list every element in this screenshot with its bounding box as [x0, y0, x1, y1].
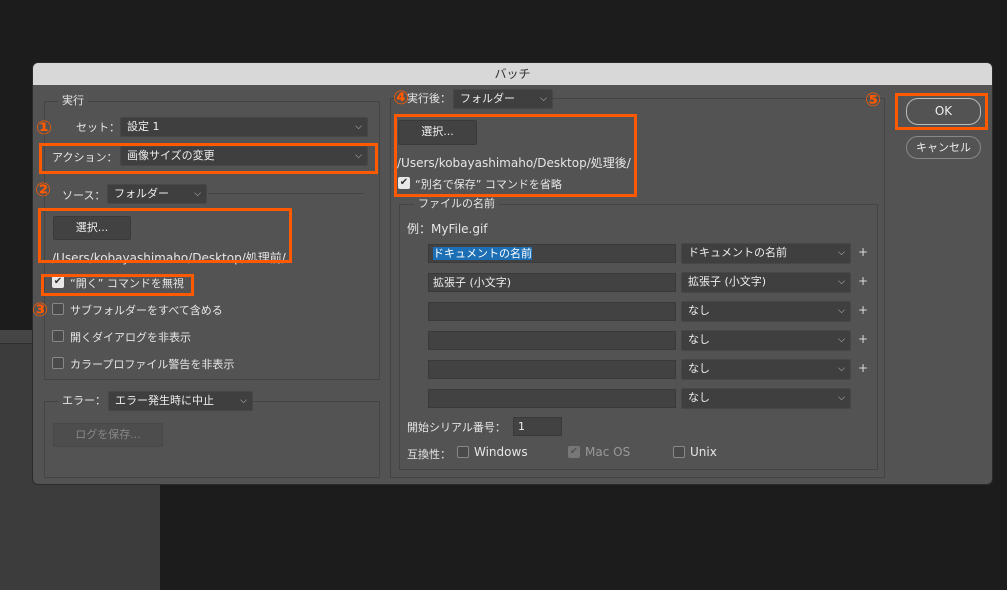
chevron-down-icon: ⌵ [194, 189, 201, 199]
cancel-button[interactable]: キャンセル [906, 136, 981, 159]
errors-value: エラー発生時に中止 [115, 394, 214, 407]
source-select[interactable]: フォルダー ⌵ [107, 184, 207, 204]
compat-label: 互換性： [407, 448, 451, 461]
file-naming-label: ファイルの名前 [414, 197, 499, 211]
name-part-select[interactable]: なし ⌵ [681, 388, 851, 409]
name-part-text: 拡張子 (小文字) [433, 276, 512, 289]
file-naming-example: 例：MyFile.gif [407, 222, 488, 236]
set-value: 設定 1 [127, 120, 160, 133]
name-part-select-value: ドキュメントの名前 [688, 246, 787, 259]
name-part-input[interactable] [428, 331, 676, 350]
name-part-text: ドキュメントの名前 [433, 247, 532, 260]
chevron-down-icon: ⌵ [838, 335, 845, 345]
annotation-5: ⑤ [865, 89, 882, 111]
name-part-select[interactable]: なし ⌵ [681, 359, 851, 380]
chevron-down-icon: ⌵ [838, 248, 845, 258]
chevron-down-icon: ⌵ [838, 393, 845, 403]
name-part-select-value: なし [688, 333, 710, 346]
set-select[interactable]: 設定 1 ⌵ [120, 117, 368, 137]
name-part-select-value: 拡張子 (小文字) [688, 275, 767, 288]
name-part-input[interactable]: ドキュメントの名前 [428, 244, 676, 263]
chevron-down-icon: ⌵ [540, 94, 547, 104]
chevron-down-icon: ⌵ [838, 306, 845, 316]
name-part-select-value: なし [688, 304, 710, 317]
chevron-down-icon: ⌵ [240, 396, 247, 406]
name-part-select-value: なし [688, 362, 710, 375]
name-part-input[interactable] [428, 360, 676, 379]
destination-select[interactable]: フォルダー ⌵ [453, 89, 553, 109]
annotation-box-destination [394, 114, 637, 197]
annotation-3: ③ [33, 299, 49, 321]
dialog-title: バッチ [33, 63, 992, 85]
name-part-select-value: なし [688, 391, 710, 404]
add-name-part-button[interactable]: + [858, 245, 868, 259]
source-divider [208, 193, 364, 194]
set-label: セット： [76, 121, 120, 134]
annotation-box-source [38, 208, 292, 263]
source-label: ソース： [62, 189, 106, 202]
source-value: フォルダー [114, 187, 169, 200]
name-part-input[interactable]: 拡張子 (小文字) [428, 273, 676, 292]
add-name-part-button[interactable]: + [858, 274, 868, 288]
destination-label: 実行後： [403, 92, 455, 106]
windows-label: Windows [474, 445, 528, 459]
add-name-part-button[interactable]: + [858, 332, 868, 346]
play-group-label: 実行 [58, 94, 88, 108]
include-subfolders-checkbox[interactable] [52, 303, 64, 315]
windows-checkbox[interactable] [457, 446, 469, 458]
annotation-box-action [39, 143, 378, 174]
suppress-color-warning-label: カラープロファイル警告を非表示 [70, 358, 235, 371]
name-part-select[interactable]: なし ⌵ [681, 301, 851, 322]
include-subfolders-label: サブフォルダーをすべて含める [70, 304, 223, 317]
add-name-part-button[interactable]: + [858, 303, 868, 317]
serial-label: 開始シリアル番号： [407, 421, 506, 434]
macos-label: Mac OS [585, 445, 631, 459]
errors-label: エラー： [58, 394, 110, 408]
unix-checkbox[interactable] [673, 446, 685, 458]
save-log-button[interactable]: ログを保存... [53, 423, 163, 447]
add-name-part-button[interactable]: + [858, 361, 868, 375]
name-part-select[interactable]: ドキュメントの名前 ⌵ [681, 243, 851, 264]
annotation-box-ok [895, 93, 988, 130]
annotation-1: ① [36, 117, 53, 139]
chevron-down-icon: ⌵ [355, 122, 362, 132]
batch-dialog: バッチ 実行 セット： 設定 1 ⌵ アクション： 画像サイズの変更 ⌵ ソース： … [33, 63, 992, 484]
errors-select[interactable]: エラー発生時に中止 ⌵ [108, 391, 253, 411]
serial-input[interactable]: 1 [513, 417, 562, 436]
destination-value: フォルダー [460, 92, 515, 105]
unix-label: Unix [690, 445, 717, 459]
name-part-select[interactable]: なし ⌵ [681, 330, 851, 351]
macos-checkbox: ✔ [568, 446, 580, 458]
name-part-input[interactable] [428, 389, 676, 408]
chevron-down-icon: ⌵ [838, 364, 845, 374]
suppress-open-dialog-label: 開くダイアログを非表示 [70, 331, 191, 344]
suppress-color-warning-checkbox[interactable] [52, 357, 64, 369]
suppress-open-dialog-checkbox[interactable] [52, 330, 64, 342]
name-part-select[interactable]: 拡張子 (小文字) ⌵ [681, 272, 851, 293]
chevron-down-icon: ⌵ [838, 277, 845, 287]
annotation-4: ④ [393, 87, 410, 109]
annotation-box-ignore-open [41, 274, 194, 296]
annotation-2: ② [35, 179, 52, 201]
name-part-input[interactable] [428, 302, 676, 321]
